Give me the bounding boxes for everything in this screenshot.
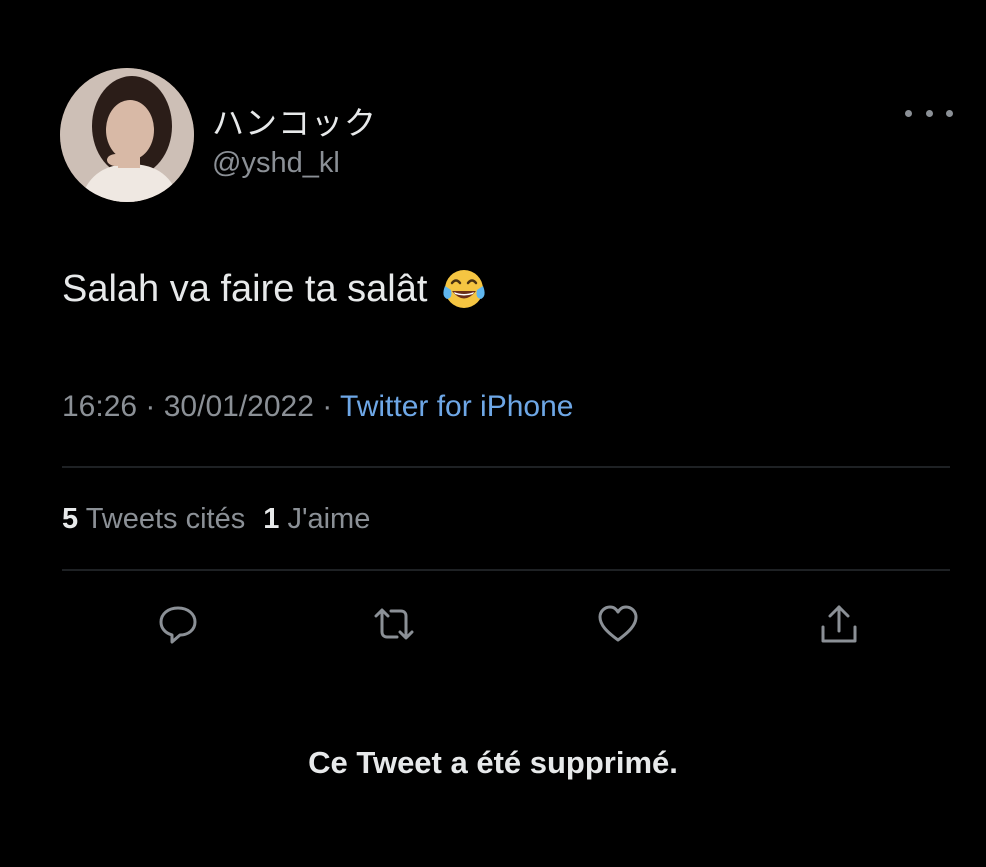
avatar-image <box>60 68 194 202</box>
quotes-stat[interactable]: 5 Tweets cités <box>62 503 245 535</box>
tweet-stats: 5 Tweets cités 1 J'aime <box>62 503 370 536</box>
user-handle[interactable]: @yshd_kl <box>212 147 340 180</box>
likes-stat[interactable]: 1 J'aime <box>263 503 370 535</box>
divider <box>62 569 950 571</box>
tweet-text: Salah va faire ta salât <box>62 267 428 310</box>
deleted-tweet-notice: Ce Tweet a été supprimé. <box>308 745 678 780</box>
reply-icon <box>159 606 197 644</box>
more-options-icon[interactable] <box>905 96 953 130</box>
like-button[interactable] <box>592 598 644 650</box>
likes-label: J'aime <box>287 503 371 535</box>
retweet-icon <box>374 608 414 640</box>
tweet-source-link[interactable]: Twitter for iPhone <box>340 390 573 423</box>
tweet-card: ハンコック @yshd_kl Salah va faire ta salât 1… <box>0 0 986 867</box>
meta-separator: · <box>313 390 341 423</box>
share-button[interactable] <box>813 598 865 650</box>
share-icon <box>821 605 857 643</box>
divider <box>62 466 950 468</box>
face-with-tears-of-joy-icon <box>443 270 486 308</box>
tweet-time[interactable]: 16:26 <box>62 390 137 423</box>
likes-count: 1 <box>263 503 280 535</box>
retweet-button[interactable] <box>368 598 420 650</box>
avatar[interactable] <box>60 68 194 202</box>
tweet-meta: 16:26 · 30/01/2022 · Twitter for iPhone <box>62 390 573 424</box>
heart-icon <box>598 605 638 642</box>
quotes-label: Tweets cités <box>85 503 246 535</box>
tweet-text-row: Salah va faire ta salât <box>62 266 487 312</box>
display-name[interactable]: ハンコック <box>212 98 377 144</box>
reply-button[interactable] <box>152 598 204 650</box>
quotes-count: 5 <box>62 503 79 535</box>
meta-separator: · <box>137 390 164 423</box>
tweet-date[interactable]: 30/01/2022 <box>164 390 314 423</box>
